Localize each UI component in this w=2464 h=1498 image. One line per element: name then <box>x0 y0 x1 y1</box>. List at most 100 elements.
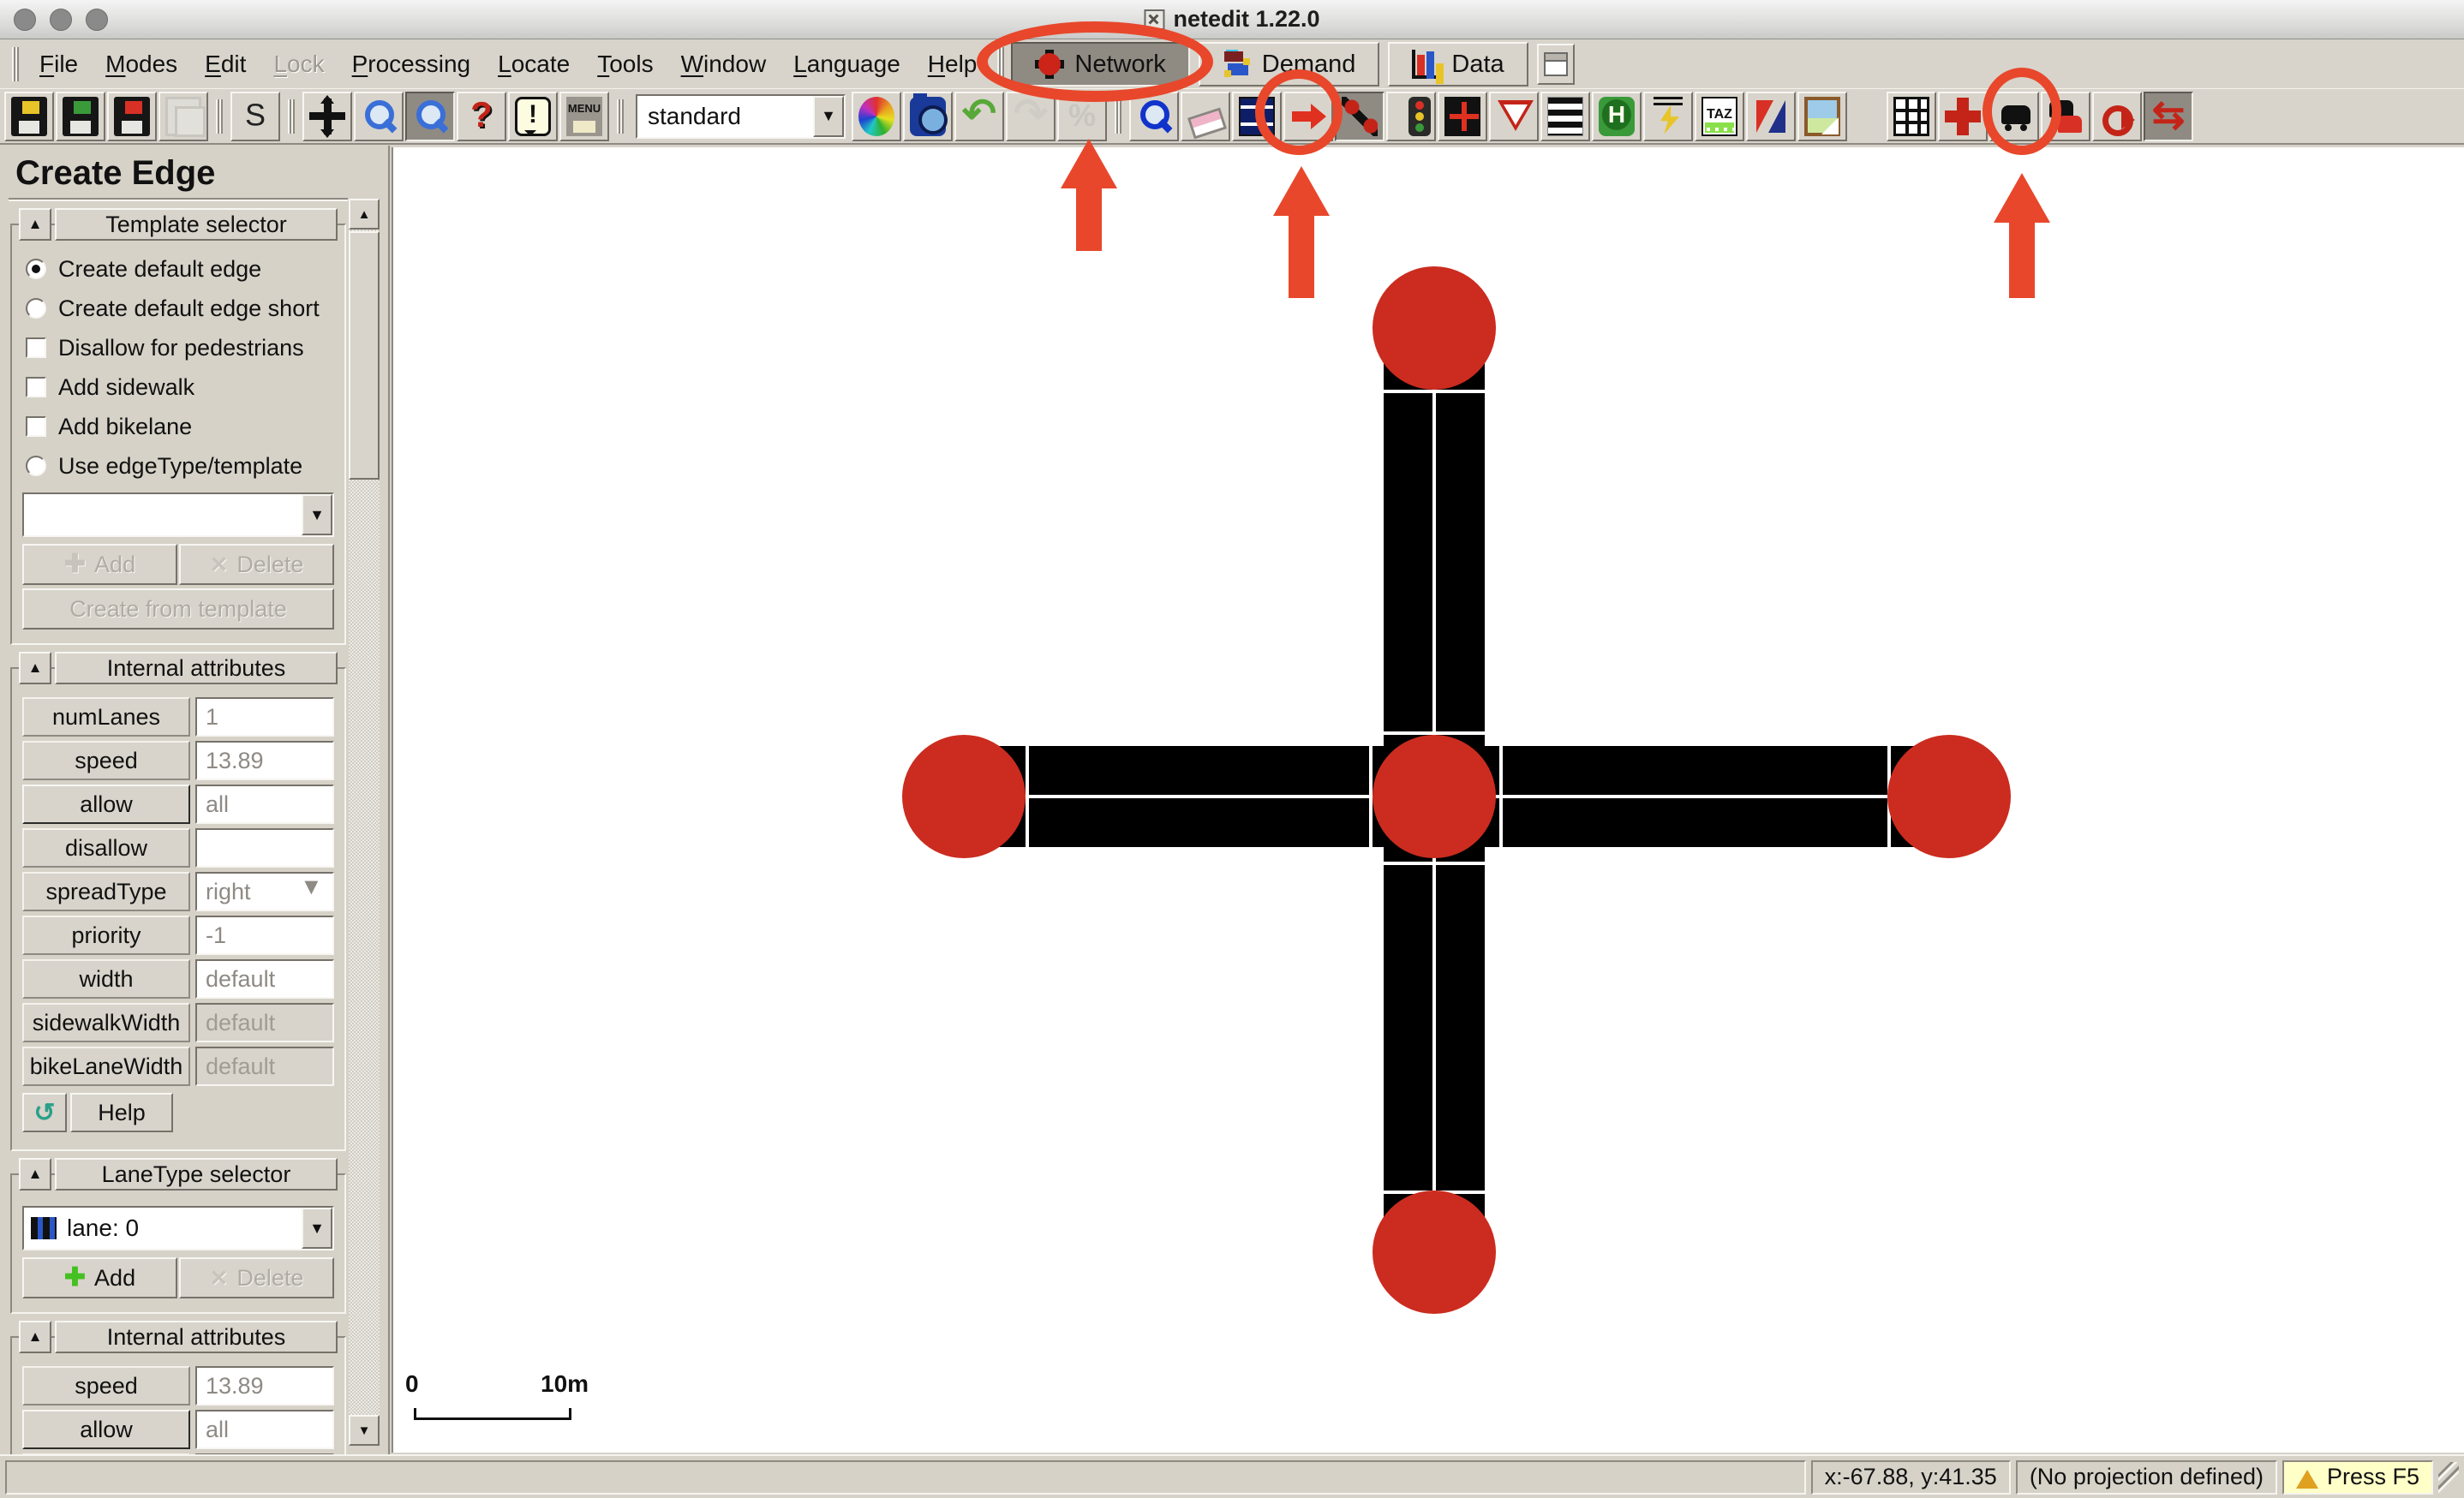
radio-use-edgetype-template[interactable]: Use edgeType/template <box>21 446 336 486</box>
junction-top[interactable] <box>1373 266 1496 390</box>
menu-item-processing[interactable]: Processing <box>338 45 485 83</box>
checkbox-icon[interactable] <box>26 416 46 437</box>
radio-icon[interactable] <box>26 298 46 319</box>
scrollbar-thumb[interactable] <box>349 231 380 480</box>
checkbox-disallow-for-pedestrians[interactable]: Disallow for pedestrians <box>21 328 336 367</box>
template-selector-collapse-button[interactable]: ▲ <box>19 208 51 241</box>
poi-mode-button[interactable] <box>1797 92 1847 141</box>
junction-right[interactable] <box>1887 735 2011 858</box>
help-button[interactable]: Help <box>70 1093 173 1132</box>
template-delete-button[interactable]: ✕ Delete <box>179 544 334 585</box>
attribute-input-speed[interactable]: 13.89 <box>195 741 334 780</box>
edgetype-combobox[interactable]: ▼ <box>22 492 334 537</box>
zoom-cursor-button[interactable] <box>405 92 455 141</box>
attribute-label-allow[interactable]: allow <box>22 785 190 824</box>
chevron-down-icon[interactable]: ▼ <box>302 1208 332 1249</box>
scrollbar-down-icon[interactable]: ▼ <box>349 1415 380 1446</box>
compute-button[interactable] <box>1057 92 1107 141</box>
pan-view-button[interactable] <box>302 92 352 141</box>
radio-icon[interactable] <box>26 456 46 476</box>
window-maximize-button[interactable] <box>86 9 108 31</box>
menu-item-window[interactable]: Window <box>667 45 780 83</box>
menu-item-tools[interactable]: Tools <box>583 45 667 83</box>
save-config-button[interactable] <box>158 92 208 141</box>
demand-supermode-button[interactable]: Demand <box>1199 42 1380 87</box>
lane-internal-attributes-collapse-button[interactable]: ▲ <box>19 1321 51 1353</box>
delete-mode-button[interactable] <box>1181 92 1230 141</box>
attribute-input-width[interactable]: default <box>195 959 334 999</box>
menu-item-locate[interactable]: Locate <box>484 45 583 83</box>
radio-create-default-edge-short[interactable]: Create default edge short <box>21 289 336 328</box>
attribute-label-allow[interactable]: allow <box>22 1410 190 1449</box>
lanetype-selector-collapse-button[interactable]: ▲ <box>19 1158 51 1191</box>
view-scheme-combobox[interactable]: standard▼ <box>636 94 846 139</box>
window-minimize-button[interactable] <box>50 9 72 31</box>
press-f5-warning[interactable]: Press F5 <box>2282 1460 2433 1495</box>
crossing-mode-button[interactable] <box>1540 92 1590 141</box>
template-add-button[interactable]: ✚ Add <box>22 544 177 585</box>
radio-create-default-edge[interactable]: Create default edge <box>21 249 336 289</box>
window-close-button[interactable] <box>14 9 36 31</box>
reset-attributes-button[interactable]: ↺ <box>22 1093 67 1132</box>
menu-item-language[interactable]: Language <box>780 45 914 83</box>
lanetype-combobox[interactable]: lane: 0 ▼ <box>22 1206 334 1250</box>
toolbar-grip[interactable] <box>216 99 223 134</box>
redo-button[interactable] <box>1006 92 1056 141</box>
snapshot-button[interactable] <box>903 92 953 141</box>
create-from-template-button[interactable]: Create from template <box>22 588 334 630</box>
help-button[interactable] <box>457 92 506 141</box>
internal-attributes-collapse-button[interactable]: ▲ <box>19 652 51 684</box>
save-network-button[interactable] <box>4 92 54 141</box>
checkbox-icon[interactable] <box>26 337 46 358</box>
two-way-mode-button[interactable] <box>2144 92 2193 141</box>
panel-scrollbar[interactable]: ▲ ▼ <box>349 199 380 1446</box>
show-demand-button[interactable] <box>2041 92 2090 141</box>
chevron-down-icon[interactable]: ▼ <box>302 494 332 535</box>
checkbox-add-sidewalk[interactable]: Add sidewalk <box>21 367 336 407</box>
toggle-toolbar-grouping-button[interactable] <box>1537 44 1575 85</box>
save-demand-button[interactable] <box>107 92 157 141</box>
menu-item-edit[interactable]: Edit <box>191 45 260 83</box>
checkbox-add-bikelane[interactable]: Add bikelane <box>21 407 336 446</box>
prohibition-mode-button[interactable] <box>1489 92 1539 141</box>
supermode-shortcut-button[interactable] <box>230 92 280 141</box>
menubar-grip[interactable] <box>12 47 19 81</box>
attribute-input-speed[interactable]: 13.89 <box>195 1366 334 1405</box>
attribute-input-priority[interactable]: -1 <box>195 916 334 955</box>
data-supermode-button[interactable]: Data <box>1388 42 1528 87</box>
connection-mode-button[interactable] <box>1438 92 1487 141</box>
network-canvas[interactable]: 0 10m <box>392 147 2464 1453</box>
junction-bottom[interactable] <box>1373 1191 1496 1314</box>
save-additional-button[interactable] <box>56 92 105 141</box>
attribute-input-allow[interactable]: all <box>195 785 334 824</box>
toolbar-grip[interactable] <box>617 99 624 134</box>
junction-center[interactable] <box>1373 735 1496 858</box>
attribute-input-numLanes[interactable]: 1 <box>195 697 334 737</box>
checkbox-icon[interactable] <box>26 377 46 397</box>
color-scheme-button[interactable] <box>852 92 901 141</box>
vehicle-spacing-button[interactable] <box>1989 92 2039 141</box>
attribute-select-spreadType[interactable]: right▼ <box>195 872 334 911</box>
radio-icon[interactable] <box>26 259 46 279</box>
network-supermode-button[interactable]: Network <box>1011 42 1189 87</box>
traffic-light-mode-button[interactable] <box>1386 92 1436 141</box>
supermode-grip[interactable] <box>997 47 1004 81</box>
menu-item-modes[interactable]: Modes <box>92 45 191 83</box>
menu-item-file[interactable]: File <box>26 45 92 83</box>
menu-cursor-button[interactable] <box>559 92 609 141</box>
grid-toggle-button[interactable] <box>1887 92 1936 141</box>
chevron-down-icon[interactable]: ▼ <box>813 96 844 137</box>
select-mode-button[interactable] <box>1232 92 1282 141</box>
toolbar-grip[interactable] <box>288 99 295 134</box>
menu-item-help[interactable]: Help <box>914 45 991 83</box>
wire-mode-button[interactable] <box>1643 92 1693 141</box>
taz-mode-button[interactable] <box>1695 92 1744 141</box>
shape-mode-button[interactable] <box>1746 92 1796 141</box>
additional-mode-button[interactable] <box>1592 92 1642 141</box>
create-edge-mode-button[interactable] <box>1335 92 1385 141</box>
attribute-input-disallow[interactable] <box>195 828 334 868</box>
move-mode-button[interactable] <box>1283 92 1333 141</box>
scrollbar-up-icon[interactable]: ▲ <box>349 199 380 230</box>
junction-left[interactable] <box>902 735 1026 858</box>
chain-mode-button[interactable] <box>2092 92 2142 141</box>
